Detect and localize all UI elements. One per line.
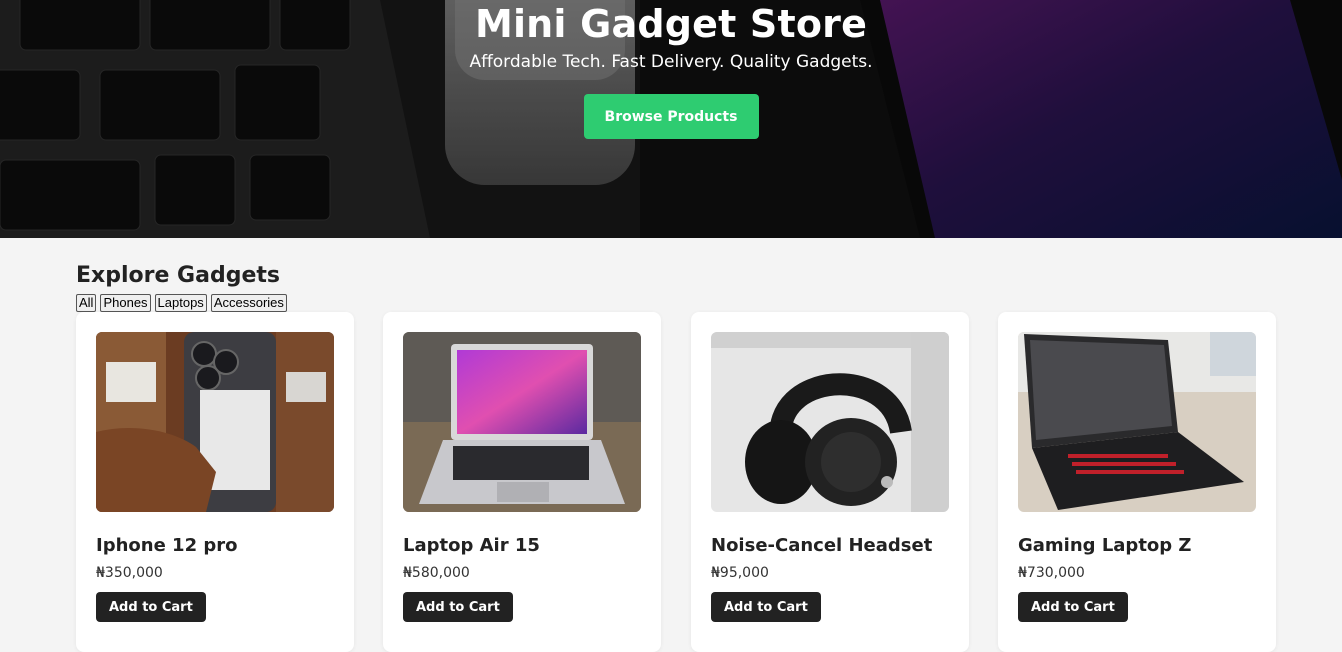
add-to-cart-button[interactable]: Add to Cart (96, 592, 206, 622)
product-price: ₦95,000 (711, 565, 769, 581)
product-image[interactable] (96, 332, 334, 512)
product-name[interactable]: Noise-Cancel Headset (711, 534, 949, 558)
phone-photo-icon (96, 332, 334, 512)
hero-subtitle: Affordable Tech. Fast Delivery. Quality … (469, 52, 873, 72)
product-card: Iphone 12 pro ₦350,000 Add to Cart (76, 312, 354, 652)
product-card: Laptop Air 15 ₦580,000 Add to Cart (383, 312, 661, 652)
section-title: Explore Gadgets (76, 263, 280, 288)
browse-products-button[interactable]: Browse Products (583, 94, 759, 139)
laptop-photo-icon (403, 332, 641, 512)
hero-banner: Mini Gadget Store Affordable Tech. Fast … (0, 0, 1342, 238)
product-image[interactable] (711, 332, 949, 512)
product-card: Noise-Cancel Headset ₦95,000 Add to Cart (691, 312, 969, 652)
product-image[interactable] (403, 332, 641, 512)
category-filters: All Phones Laptops Accessories (76, 294, 287, 312)
product-price: ₦350,000 (96, 565, 163, 581)
filter-laptops-button[interactable]: Laptops (154, 294, 207, 312)
hero-content: Mini Gadget Store Affordable Tech. Fast … (0, 0, 1342, 139)
product-name[interactable]: Gaming Laptop Z (1018, 534, 1256, 558)
add-to-cart-button[interactable]: Add to Cart (711, 592, 821, 622)
product-name[interactable]: Laptop Air 15 (403, 534, 641, 558)
hero-title: Mini Gadget Store (474, 2, 868, 46)
headset-photo-icon (711, 332, 949, 512)
add-to-cart-button[interactable]: Add to Cart (1018, 592, 1128, 622)
filter-all-button[interactable]: All (76, 294, 97, 312)
product-name[interactable]: Iphone 12 pro (96, 534, 334, 558)
filter-accessories-button[interactable]: Accessories (210, 294, 287, 312)
gaming-laptop-photo-icon (1018, 332, 1256, 512)
filter-phones-button[interactable]: Phones (100, 294, 151, 312)
product-card: Gaming Laptop Z ₦730,000 Add to Cart (998, 312, 1276, 652)
product-price: ₦580,000 (403, 565, 470, 581)
product-image[interactable] (1018, 332, 1256, 512)
product-price: ₦730,000 (1018, 565, 1085, 581)
add-to-cart-button[interactable]: Add to Cart (403, 592, 513, 622)
